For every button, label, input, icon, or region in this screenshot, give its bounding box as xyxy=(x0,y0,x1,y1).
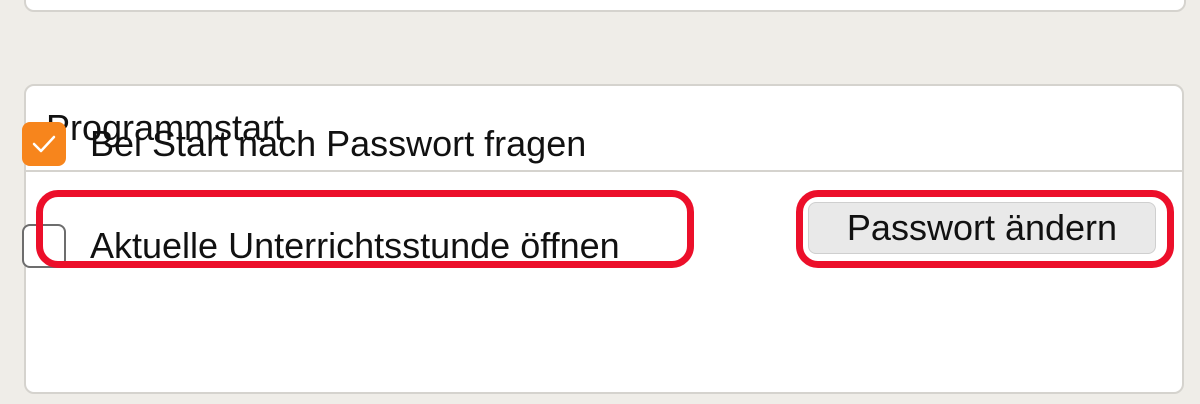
ask-password-option[interactable]: Bei Start nach Passwort fragen xyxy=(22,122,586,166)
open-current-lesson-checkbox[interactable] xyxy=(22,224,66,268)
change-password-button[interactable]: Passwort ändern xyxy=(808,202,1156,254)
open-current-lesson-label: Aktuelle Unterrichtsstunde öffnen xyxy=(90,225,620,266)
checkmark-icon xyxy=(32,135,56,153)
previous-settings-panel xyxy=(24,0,1186,12)
ask-password-label: Bei Start nach Passwort fragen xyxy=(90,123,587,164)
ask-password-checkbox[interactable] xyxy=(22,122,66,166)
open-current-lesson-option[interactable]: Aktuelle Unterrichtsstunde öffnen xyxy=(22,224,620,268)
